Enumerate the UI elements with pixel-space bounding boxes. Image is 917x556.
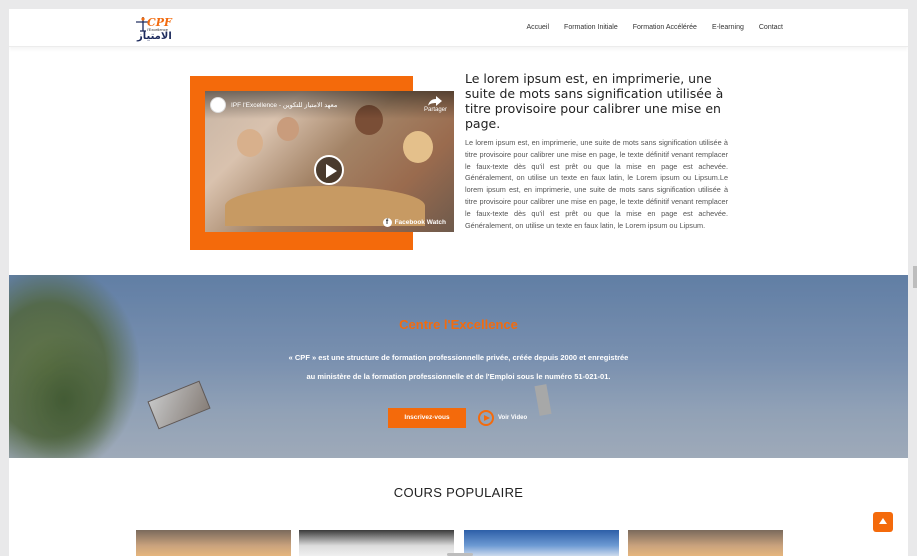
hero-description-line: au ministère de la formation professionn…: [306, 372, 611, 381]
video-kid-shape: [403, 131, 433, 163]
hero-overlay: [9, 275, 908, 458]
facebook-icon: f: [382, 218, 392, 227]
course-card[interactable]: [464, 530, 619, 556]
play-icon[interactable]: [314, 155, 344, 185]
hero-description-line: « CPF » est une structure de formation p…: [288, 353, 629, 362]
hero-banner: Centre l'Excellence « CPF » est une stru…: [9, 275, 908, 458]
facebook-video-embed[interactable]: IPF l'Excellence - معهد الامتياز للتكوين…: [205, 91, 454, 232]
course-card[interactable]: [299, 530, 454, 556]
video-kid-shape: [277, 117, 299, 141]
logo-arabic-text: الامتياز: [137, 31, 172, 42]
facebook-watch-badge: f Facebook Watch: [382, 218, 446, 227]
nav-accueil[interactable]: Accueil: [526, 24, 549, 31]
hero-title: Centre l'Excellence: [399, 317, 518, 332]
voir-video-button[interactable]: Voir Video: [478, 410, 527, 426]
course-card[interactable]: [628, 530, 783, 556]
nav-formation-acceleree[interactable]: Formation Accélérée: [633, 24, 697, 31]
site-logo[interactable]: CPF l'Excellence الامتياز: [135, 16, 187, 44]
video-kid-shape: [237, 129, 263, 157]
share-icon[interactable]: [428, 96, 442, 106]
page: CPF l'Excellence الامتياز Accueil Format…: [9, 9, 908, 556]
voir-video-label: Voir Video: [498, 415, 528, 421]
channel-avatar[interactable]: [210, 97, 226, 113]
intro-body: Le lorem ipsum est, en imprimerie, une s…: [465, 138, 728, 230]
main-nav: Accueil Formation Initiale Formation Acc…: [526, 24, 783, 31]
play-circle-icon: [478, 410, 494, 426]
channel-name[interactable]: IPF l'Excellence - معهد الامتياز للتكوين: [231, 101, 337, 109]
inscrivez-vous-button[interactable]: Inscrivez-vous: [388, 408, 466, 428]
nav-formation-initiale[interactable]: Formation Initiale: [564, 24, 618, 31]
nav-e-learning[interactable]: E-learning: [712, 24, 744, 31]
nav-contact[interactable]: Contact: [759, 24, 783, 31]
intro-title: Le lorem ipsum est, en imprimerie, une s…: [465, 71, 724, 131]
site-header: CPF l'Excellence الامتياز Accueil Format…: [9, 9, 908, 47]
course-card[interactable]: [136, 530, 291, 556]
facebook-watch-label: Facebook Watch: [394, 219, 446, 226]
share-label[interactable]: Partager: [424, 107, 447, 113]
scroll-to-top-button[interactable]: [873, 512, 893, 532]
cours-section-title: COURS POPULAIRE: [393, 485, 524, 500]
side-scroll-handle[interactable]: [913, 266, 917, 288]
